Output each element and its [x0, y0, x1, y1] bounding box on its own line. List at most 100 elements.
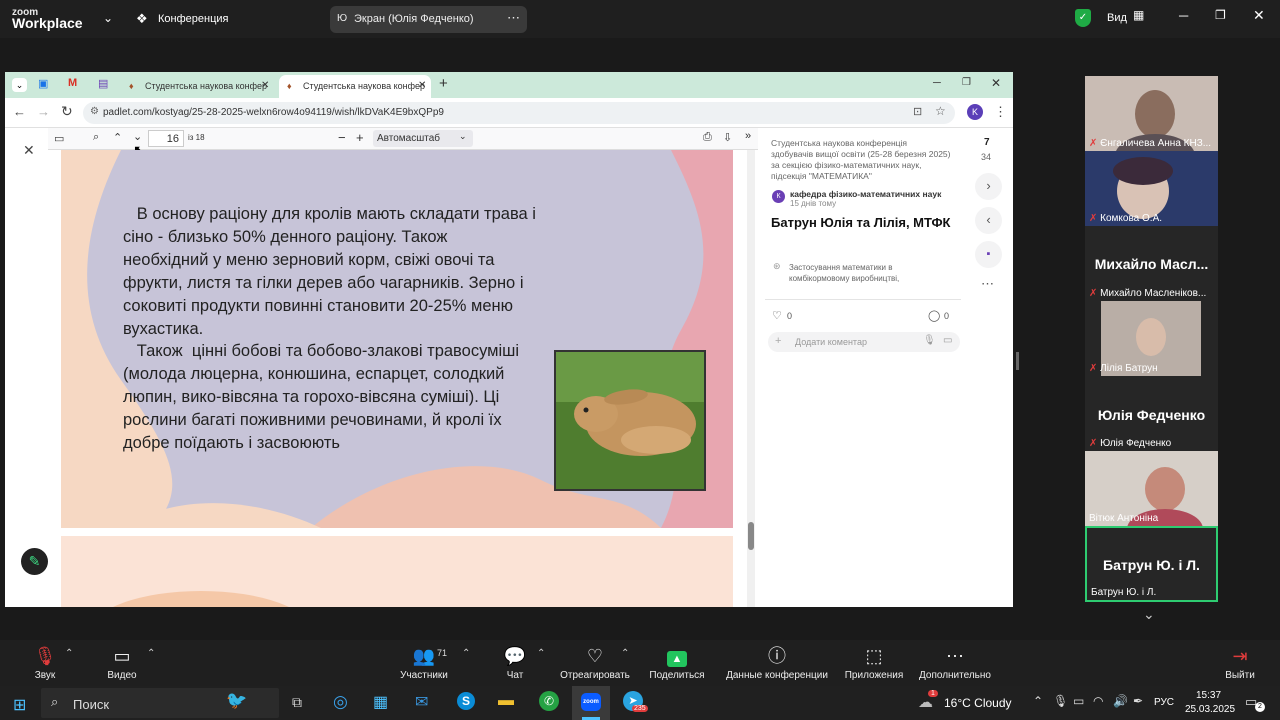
- zoom-select[interactable]: Автомасштаб ⌄: [373, 130, 473, 147]
- forms-icon[interactable]: ▤: [98, 77, 108, 90]
- reload-icon[interactable]: ↻: [61, 103, 73, 120]
- tray-mic-icon[interactable]: 🎙: [1053, 694, 1068, 708]
- close-icon[interactable]: ✕: [1253, 7, 1265, 24]
- add-attachment-icon[interactable]: +: [775, 335, 781, 347]
- post-attachment[interactable]: Застосування математики в комбікормовому…: [789, 262, 934, 284]
- participant-tile[interactable]: Юлія Федченко ✗ Юлія Федченко: [1085, 376, 1218, 451]
- microphone-icon[interactable]: 🎙: [923, 335, 936, 346]
- task-view-icon[interactable]: ⧉: [292, 694, 302, 711]
- react-options-chevron-icon[interactable]: ⌃: [621, 648, 629, 659]
- minimize-icon[interactable]: ─: [1179, 8, 1188, 23]
- file-explorer-icon[interactable]: ▬: [498, 692, 514, 710]
- window-minimize-icon[interactable]: ─: [933, 77, 941, 89]
- chat-button[interactable]: 💬 Чат: [500, 640, 530, 686]
- tab-close-icon[interactable]: ✕: [418, 80, 426, 91]
- comment-bubble-icon[interactable]: ▪: [975, 241, 1002, 268]
- more-button[interactable]: ⋯ Дополнительно: [914, 640, 996, 686]
- url-field[interactable]: ⚙ padlet.com/kostyag/25-28-2025-welxn6ro…: [83, 102, 955, 124]
- participants-options-chevron-icon[interactable]: ⌃: [462, 648, 470, 659]
- leave-button[interactable]: ⇥ Выйти: [1220, 640, 1260, 686]
- wifi-icon[interactable]: ◠: [1093, 694, 1103, 708]
- battery-icon[interactable]: ▭: [1073, 694, 1084, 708]
- participant-tile[interactable]: Михайло Масл... ✗ Михайло Масленіков...: [1085, 226, 1218, 301]
- participant-tile-active-speaker[interactable]: Батрун Ю. і Л. Батрун Ю. і Л.: [1085, 526, 1218, 602]
- gmail-icon[interactable]: M: [68, 77, 77, 89]
- maximize-icon[interactable]: ❐: [1215, 8, 1226, 22]
- forward-icon[interactable]: →: [37, 104, 50, 119]
- next-post-icon[interactable]: ›: [975, 173, 1002, 200]
- windows-start-icon[interactable]: ⊞: [13, 695, 26, 715]
- zoom-in-icon[interactable]: +: [356, 130, 364, 145]
- new-tab-icon[interactable]: +: [439, 75, 448, 92]
- video-record-icon[interactable]: ▭: [943, 335, 952, 346]
- whatsapp-icon[interactable]: ✆: [539, 691, 559, 711]
- page-number-input[interactable]: 16: [148, 130, 184, 147]
- print-icon[interactable]: ⎙: [703, 131, 712, 144]
- audio-options-chevron-icon[interactable]: ⌃: [65, 648, 73, 659]
- download-icon[interactable]: ⇩: [723, 131, 732, 144]
- comment-icon[interactable]: ◯: [928, 309, 940, 322]
- bookmark-star-icon[interactable]: ☆: [935, 104, 946, 118]
- participant-tile[interactable]: ✗ Єнгаличева Анна КНЗ...: [1085, 76, 1218, 151]
- comment-input[interactable]: + Додати коментар 🎙 ▭: [768, 332, 960, 352]
- tab-list-icon[interactable]: ⌄: [12, 78, 27, 92]
- participants-button[interactable]: 👥 Участники: [395, 640, 453, 686]
- sidebar-toggle-icon[interactable]: ▭: [54, 132, 64, 145]
- like-heart-icon[interactable]: ♡: [772, 309, 782, 322]
- clock-date[interactable]: 25.03.2025: [1185, 704, 1235, 715]
- chat-options-chevron-icon[interactable]: ⌃: [537, 648, 545, 659]
- zoom-taskbar-button[interactable]: zoom: [572, 686, 610, 720]
- react-button[interactable]: ♡ Отреагировать: [558, 640, 632, 686]
- mic-muted-icon: ✗: [1089, 363, 1098, 374]
- view-grid-icon[interactable]: ▦: [1133, 8, 1144, 22]
- profile-avatar[interactable]: K: [967, 104, 983, 120]
- video-button[interactable]: ▭ Видео: [100, 640, 144, 686]
- shield-check-icon[interactable]: ✓: [1075, 9, 1091, 27]
- pdf-scrollbar[interactable]: [747, 150, 755, 607]
- post-more-icon[interactable]: ⋯: [981, 276, 994, 292]
- language-indicator[interactable]: РУС: [1154, 697, 1174, 708]
- video-options-chevron-icon[interactable]: ⌃: [147, 648, 155, 659]
- share-screen-button[interactable]: ▲ Поделиться: [648, 640, 706, 686]
- close-post-icon[interactable]: ✕: [23, 142, 35, 159]
- meeting-info-button[interactable]: ⓘ Данные конференции: [722, 640, 832, 686]
- search-icon[interactable]: ⌕: [93, 131, 99, 144]
- apps-button[interactable]: ⬚ Приложения: [842, 640, 906, 686]
- participant-tile[interactable]: ✗ Лілія Батрун: [1085, 301, 1218, 376]
- tab-padlet-2[interactable]: ♦ Студентська наукова конфер ✕: [279, 75, 431, 98]
- clock-time[interactable]: 15:37: [1196, 690, 1221, 701]
- back-icon[interactable]: ←: [13, 104, 26, 119]
- install-icon[interactable]: ⊡: [913, 105, 922, 118]
- taskbar-search-box[interactable]: ⌕ Поиск 🐦: [41, 688, 279, 718]
- scroll-participants-down-icon[interactable]: ⌄: [1143, 606, 1155, 623]
- window-maximize-icon[interactable]: ❐: [962, 77, 971, 88]
- participant-tile[interactable]: ✗ Комкова О.А.: [1085, 151, 1218, 226]
- tab-close-icon[interactable]: ✕: [261, 80, 269, 91]
- tab-padlet-1[interactable]: ♦ Студентська наукова конфер ✕: [121, 75, 273, 98]
- screen-share-indicator[interactable]: Ю Экран (Юлія Федченко) ⋯: [330, 6, 527, 33]
- previous-post-icon[interactable]: ‹: [975, 207, 1002, 234]
- mail-icon[interactable]: ✉: [415, 692, 428, 712]
- volume-icon[interactable]: 🔊: [1113, 694, 1128, 708]
- previous-page-icon[interactable]: ⌃: [113, 131, 122, 144]
- tray-expand-icon[interactable]: ⌃: [1033, 694, 1043, 708]
- zoom-out-icon[interactable]: −: [338, 130, 346, 145]
- window-close-icon[interactable]: ✕: [991, 76, 1001, 90]
- browser-menu-icon[interactable]: ⋮: [994, 104, 1007, 120]
- audio-button[interactable]: 🎙 Звук: [25, 640, 65, 686]
- skype-icon[interactable]: S: [457, 692, 475, 710]
- store-icon[interactable]: ▦: [373, 692, 388, 712]
- edit-pen-icon[interactable]: ✎: [21, 548, 48, 575]
- tools-expand-icon[interactable]: »: [745, 130, 751, 142]
- panel-resize-handle[interactable]: [1016, 352, 1019, 370]
- edge-icon[interactable]: ◎: [333, 692, 348, 712]
- pen-icon[interactable]: ✒: [1133, 694, 1143, 708]
- chevron-down-icon[interactable]: ⌄: [103, 11, 113, 25]
- weather-text[interactable]: 16°C Cloudy: [944, 696, 1012, 710]
- reading-list-icon[interactable]: ▣: [38, 77, 48, 90]
- site-info-icon[interactable]: ⚙: [90, 106, 99, 117]
- view-button[interactable]: Вид: [1107, 12, 1127, 24]
- participant-tile[interactable]: Вітюк Антоніна: [1085, 451, 1218, 526]
- scrollbar-thumb[interactable]: [748, 522, 754, 550]
- more-options-icon[interactable]: ⋯: [507, 10, 520, 26]
